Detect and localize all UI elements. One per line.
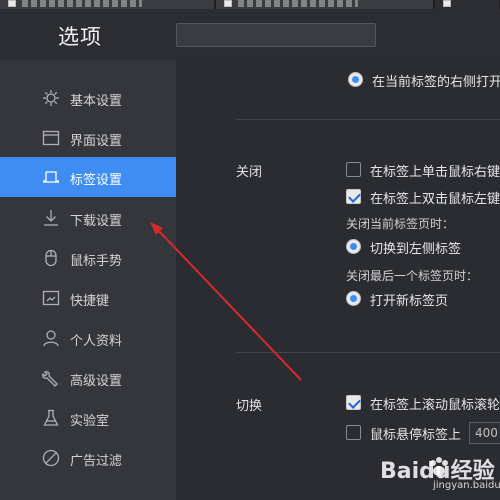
sidebar-item-label: 实验室 bbox=[70, 414, 110, 429]
close-section-label: 关闭 bbox=[236, 165, 263, 180]
user-icon bbox=[42, 329, 60, 347]
page-icon bbox=[443, 0, 451, 7]
option-label: 切换到左侧标签 bbox=[370, 242, 462, 257]
keyboard-icon bbox=[42, 289, 60, 307]
checkbox-checked[interactable] bbox=[346, 395, 361, 410]
page-icon bbox=[224, 0, 232, 7]
sidebar-item-tabs[interactable]: 标签设置 bbox=[0, 157, 176, 197]
sidebar-item-adblock[interactable]: 广告过滤 bbox=[0, 438, 176, 478]
mouse-icon bbox=[42, 249, 60, 267]
sidebar-item-label: 高级设置 bbox=[70, 374, 123, 389]
tab-title-fragment bbox=[22, 0, 142, 7]
wrench-icon bbox=[42, 369, 60, 387]
window-icon bbox=[42, 129, 60, 147]
browser-tab-active[interactable] bbox=[435, 0, 500, 9]
tab-title-fragment bbox=[238, 0, 358, 7]
section-divider bbox=[236, 352, 500, 353]
option-label: 在当前标签的右侧打开 bbox=[372, 75, 500, 90]
browser-tab-strip bbox=[0, 0, 500, 9]
sidebar-item-download[interactable]: 下载设置 bbox=[0, 198, 176, 238]
download-icon bbox=[42, 209, 60, 227]
browser-tab[interactable] bbox=[216, 0, 434, 9]
page-title: 选项 bbox=[58, 25, 102, 49]
option-label: 在标签上双击鼠标左键 bbox=[370, 192, 500, 207]
gear-icon bbox=[42, 89, 60, 107]
flask-icon bbox=[42, 409, 60, 427]
sidebar-item-basic[interactable]: 基本设置 bbox=[0, 78, 176, 118]
close-current-label: 关闭当前标签页时： bbox=[346, 217, 455, 231]
options-header: 选项 bbox=[0, 9, 500, 60]
sidebar-item-profile[interactable]: 个人资料 bbox=[0, 318, 176, 358]
tab-icon bbox=[42, 168, 60, 186]
sidebar-item-label: 基本设置 bbox=[70, 94, 123, 109]
section-divider bbox=[236, 119, 500, 120]
sidebar-item-label: 界面设置 bbox=[70, 134, 123, 149]
checkbox-unchecked[interactable] bbox=[346, 425, 361, 440]
sidebar-item-label: 广告过滤 bbox=[70, 454, 123, 469]
option-label: 在标签上滚动鼠标滚轮 bbox=[370, 398, 500, 413]
checkbox-checked[interactable] bbox=[346, 189, 361, 204]
page-icon bbox=[8, 0, 16, 7]
sidebar-item-shortcuts[interactable]: 快捷键 bbox=[0, 278, 176, 318]
sidebar-item-label: 标签设置 bbox=[70, 173, 123, 188]
switch-section-label: 切换 bbox=[236, 399, 263, 414]
option-label: 在标签上单击鼠标右键 bbox=[370, 165, 500, 180]
option-label: 打开新标签页 bbox=[370, 294, 449, 309]
sidebar-item-lab[interactable]: 实验室 bbox=[0, 398, 176, 438]
radio-selected[interactable] bbox=[346, 291, 361, 306]
sidebar-item-label: 鼠标手势 bbox=[70, 254, 123, 269]
tab-settings-panel: 在当前标签的右侧打开 关闭 在标签上单击鼠标右键 在标签上双击鼠标左键 关闭当前… bbox=[176, 60, 500, 500]
checkbox-unchecked[interactable] bbox=[346, 162, 361, 177]
block-icon bbox=[42, 449, 60, 467]
sidebar-item-label: 快捷键 bbox=[70, 294, 110, 309]
hover-delay-input[interactable]: 400 bbox=[469, 422, 500, 444]
watermark-url: jingyan.baidu.com bbox=[433, 480, 500, 491]
search-input[interactable] bbox=[176, 23, 376, 47]
radio-selected[interactable] bbox=[346, 239, 361, 254]
sidebar-item-advanced[interactable]: 高级设置 bbox=[0, 358, 176, 398]
sidebar-item-label: 个人资料 bbox=[70, 334, 123, 349]
browser-tab[interactable] bbox=[0, 0, 215, 9]
option-label: 鼠标悬停标签上 bbox=[370, 428, 462, 443]
sidebar-item-mouse-gesture[interactable]: 鼠标手势 bbox=[0, 238, 176, 278]
sidebar-item-label: 下载设置 bbox=[70, 214, 123, 229]
close-last-label: 关闭最后一个标签页时： bbox=[346, 269, 479, 283]
sidebar-item-interface[interactable]: 界面设置 bbox=[0, 118, 176, 158]
settings-sidebar: 基本设置 界面设置 标签设置 下载设置 鼠标手势 快捷键 个人资料 高级设置 实… bbox=[0, 60, 176, 500]
radio-selected[interactable] bbox=[348, 72, 363, 87]
baidu-watermark: Baidu经验 bbox=[350, 449, 500, 500]
